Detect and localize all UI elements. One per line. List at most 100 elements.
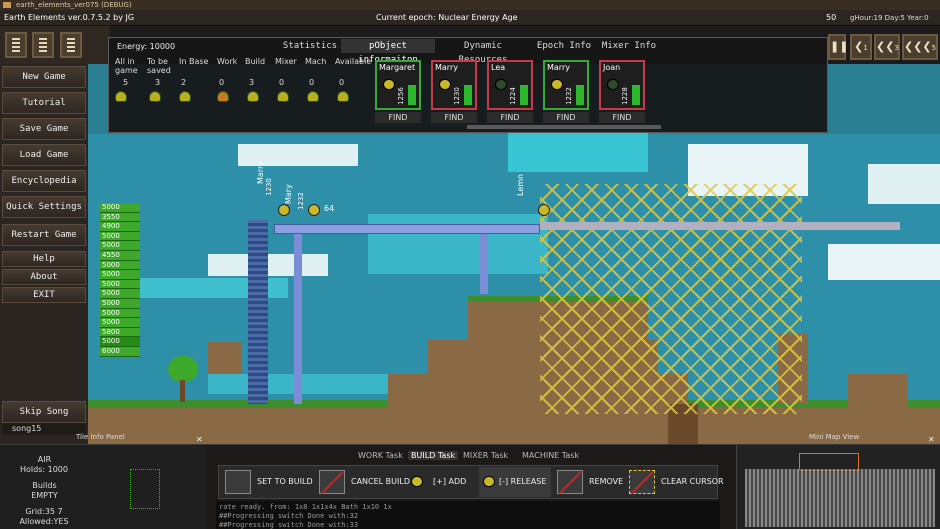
skip-song-button[interactable]: Skip Song <box>2 401 86 423</box>
column-value: 5 <box>123 78 129 87</box>
depth-value: 4900 <box>100 222 140 232</box>
worker-energy-label: 1230 <box>265 178 273 196</box>
character-name: Lea <box>491 63 506 72</box>
sky-patch <box>368 214 548 274</box>
character-card[interactable]: Marry 1230 <box>431 60 477 110</box>
column-value: 3 <box>155 78 161 87</box>
depth-value: 5000 <box>100 241 140 251</box>
ladder-remove-icon <box>557 470 583 494</box>
tab-work-task[interactable]: WORK Task <box>358 451 403 460</box>
depth-value: 5000 <box>100 298 140 309</box>
new-game-button[interactable]: New Game <box>2 66 86 88</box>
encyclopedia-button[interactable]: Encyclopedia <box>2 170 86 192</box>
log-panel-icon[interactable] <box>60 32 82 58</box>
depth-value: 5000 <box>100 337 140 347</box>
game-title: Earth Elements ver.0.7.5.2 by JG <box>4 13 135 22</box>
list-panel-icon[interactable] <box>5 32 27 58</box>
tab-mixer-info[interactable]: Mixer Info <box>599 39 659 53</box>
worker-icon[interactable] <box>308 204 320 216</box>
about-button[interactable]: About <box>2 269 86 285</box>
tab-statistics[interactable]: Statistics <box>281 39 339 53</box>
energy-bar <box>520 85 528 105</box>
column-label: To be saved <box>147 57 171 75</box>
find-button[interactable]: FIND <box>375 112 421 123</box>
energy-bar <box>408 85 416 105</box>
tool-label: CLEAR CURSOR <box>661 477 724 486</box>
construction-scaffold[interactable] <box>540 184 802 414</box>
clear-cursor-icon <box>629 470 655 494</box>
help-button[interactable]: Help <box>2 251 86 267</box>
tree-trunk <box>180 380 185 402</box>
remove-button[interactable]: REMOVE <box>553 467 623 497</box>
cloud-patch <box>868 164 940 204</box>
energy-bar <box>632 85 640 105</box>
tile-grid: Grid:35 7 <box>25 507 63 516</box>
column-value: 3 <box>249 78 255 87</box>
speed-1-button[interactable]: ❮1 <box>850 34 872 60</box>
set-to-build-button[interactable]: SET TO BUILD <box>221 467 313 497</box>
tab-epoch-info[interactable]: Epoch Info <box>533 39 595 53</box>
worker-icon[interactable] <box>278 204 290 216</box>
tab-build-task[interactable]: BUILD Task <box>408 451 459 460</box>
release-worker-button[interactable]: [-] RELEASE <box>479 467 551 497</box>
character-card[interactable]: Marry 1232 <box>543 60 589 110</box>
add-worker-button[interactable]: [+] ADD <box>407 467 473 497</box>
tutorial-button[interactable]: Tutorial <box>2 92 86 114</box>
tab-object-information[interactable]: pObject informaiton <box>341 39 435 65</box>
energy-bar <box>464 85 472 105</box>
population-count: 50 <box>826 13 837 22</box>
character-card[interactable]: Joan 1228 <box>599 60 645 110</box>
restart-game-button[interactable]: Restart Game <box>2 224 86 246</box>
top-status-bar: Earth Elements ver.0.7.5.2 by JG Current… <box>0 10 940 26</box>
depth-value: 5000 <box>100 260 140 271</box>
small-mound <box>208 342 242 374</box>
find-button[interactable]: FIND <box>487 112 533 123</box>
mini-map-panel[interactable]: Mini Map View <box>736 433 940 529</box>
depth-value: 5000 <box>100 279 140 290</box>
close-icon[interactable]: ✕ <box>196 435 203 444</box>
column-label: Available <box>335 57 372 66</box>
speed-3-button[interactable]: ❮❮3 <box>874 34 900 60</box>
quick-settings-button[interactable]: Quick Settings <box>2 196 86 218</box>
message-console[interactable]: rate ready. from: 1x8 1x1x4x Bath 1x10 1… <box>216 501 720 529</box>
tab-dynamic-resources[interactable]: Dynamic Resources <box>437 39 529 65</box>
character-card[interactable]: Margaret 1256 <box>375 60 421 110</box>
pause-button[interactable]: ❚❚ <box>828 34 848 60</box>
bottom-panel: Tile Info Panel AIR Holds: 1000 Builds E… <box>0 433 940 529</box>
find-button[interactable]: FIND <box>431 112 477 123</box>
tab-mixer-task[interactable]: MIXER Task <box>463 451 508 460</box>
close-icon[interactable]: ✕ <box>928 435 935 444</box>
worker-icon <box>337 91 349 102</box>
exit-button[interactable]: EXIT <box>2 287 86 303</box>
worker-name-label: Mary <box>284 184 293 204</box>
cancel-build-button[interactable]: CANCEL BUILD <box>315 467 410 497</box>
game-date: gHour:19 Day:5 Year:0 <box>850 14 929 22</box>
depth-value: 3550 <box>100 212 140 223</box>
column-label: Work <box>217 57 238 66</box>
character-name: Marry <box>547 63 570 72</box>
depth-value: 5000 <box>100 289 140 299</box>
worker-name-label: Lemn <box>516 173 525 196</box>
worker-energy-label: 1232 <box>297 192 305 210</box>
tab-machine-task[interactable]: MACHINE Task <box>522 451 579 460</box>
character-energy: 1256 <box>397 87 405 105</box>
panel-toggle-row <box>0 26 110 64</box>
clear-cursor-button[interactable]: CLEAR CURSOR <box>625 467 724 497</box>
character-energy: 1230 <box>453 87 461 105</box>
support-pillar <box>294 234 302 404</box>
tile-holds: Holds: 1000 <box>20 465 68 474</box>
speed-5-button[interactable]: ❮❮❮5 <box>902 34 938 60</box>
load-game-button[interactable]: Load Game <box>2 144 86 166</box>
find-button[interactable]: FIND <box>543 112 589 123</box>
save-game-button[interactable]: Save Game <box>2 118 86 140</box>
cloud-patch <box>828 244 940 280</box>
speed-3-label: 3 <box>894 44 899 52</box>
character-card[interactable]: Lea 1224 <box>487 60 533 110</box>
tool-label: REMOVE <box>589 477 624 486</box>
document-panel-icon[interactable] <box>32 32 54 58</box>
find-button[interactable]: FIND <box>599 112 645 123</box>
card-scrollbar[interactable] <box>467 125 661 129</box>
worker-icon[interactable] <box>538 204 550 216</box>
depth-value: 5000 <box>100 318 140 328</box>
window-titlebar: earth_elements_ver075 (DEBUG) <box>0 0 940 10</box>
